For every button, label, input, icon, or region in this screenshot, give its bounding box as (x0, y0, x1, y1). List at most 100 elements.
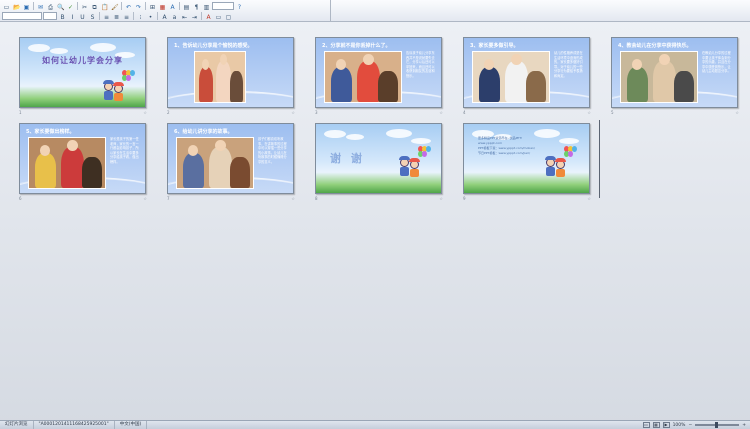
help-icon[interactable]: ? (235, 2, 244, 11)
slide-6[interactable]: 5、家长要做出榜样。 家长是孩子的第一任老师，家长的一言一行都会影响孩子，所以家长… (19, 123, 149, 201)
align-left-icon[interactable]: ≡ (102, 12, 111, 21)
balloon-icon (130, 70, 135, 76)
slide-transition-icon: ☆ (291, 110, 295, 115)
slide-thumbnail[interactable]: 6、给幼儿讲分享的故事。 孩子们都喜欢听故事，在讲故事的过程中可以穿插一些分享的小… (167, 123, 294, 194)
font-size-combo[interactable] (43, 12, 57, 20)
ending-line: 节日PPT模板：www.ypppt.com/jieri/ (478, 151, 531, 155)
slide-8[interactable]: 谢 谢 8 ☆ (315, 123, 445, 201)
numbering-icon[interactable]: ⁝ (136, 12, 145, 21)
slide-thumbnail[interactable]: 1、告诉幼儿分享是个愉悦的感受。 (167, 37, 294, 108)
email-icon[interactable]: ✉ (36, 2, 45, 11)
align-center-icon[interactable]: ≣ (112, 12, 121, 21)
slide-9[interactable]: 更多精品PPT资源尽在--优品PPT! www.ypppt.com PPT模板下载：… (463, 123, 593, 201)
slide-title: 3、家长要多做引导。 (470, 43, 519, 49)
slide-body-text: 孩子们都喜欢听故事，在讲故事的过程中可以穿插一些分享的小故事，让幼儿在听故事的时… (258, 137, 287, 164)
slide-thumbnail[interactable]: 2、分享就不是你丢掉什么了。 告诉孩子幼儿分享东西并不是说就要失去它，分享以后还可… (315, 37, 442, 108)
standard-toolbar: ▭ 📂 ▣ ✉ ⎙ 🔍 ✓ ✂ ⧉ 📋 🖌 ↶ ↷ ⊞ ▦ A ▤ ¶ ▥? (2, 1, 244, 11)
underline-icon[interactable]: U (78, 12, 87, 21)
format-painter-icon[interactable]: 🖌 (110, 2, 119, 11)
slide-number: 3 (315, 110, 318, 115)
bold-icon[interactable]: B (58, 12, 67, 21)
print-icon[interactable]: ⎙ (46, 2, 55, 11)
decrease-font-icon[interactable]: a (170, 12, 179, 21)
font-name-combo[interactable] (2, 12, 42, 20)
status-bar: 幻灯片浏览 "A0001201411168425925001" 中文(中国) ▭… (0, 420, 750, 429)
slide-sorter-view-icon[interactable]: ▦ (652, 422, 660, 428)
zoom-slider-thumb[interactable] (715, 422, 719, 428)
open-icon[interactable]: 📂 (12, 2, 21, 11)
status-design: "A0001201411168425925001" (34, 421, 115, 429)
slide-5[interactable]: 4、教会幼儿在分享中获得快乐。 在教幼儿分享的过程中要让孩子体会到分享的乐趣，并且… (611, 37, 741, 115)
toolbar-separator (179, 2, 180, 10)
insert-chart-icon[interactable]: ▦ (158, 2, 167, 11)
redo-icon[interactable]: ↷ (134, 2, 143, 11)
slide-photo (472, 51, 550, 103)
new-icon[interactable]: ▭ (2, 2, 11, 11)
font-color-icon[interactable]: A (204, 12, 213, 21)
slide-transition-icon: ☆ (587, 110, 591, 115)
slide-transition-icon: ☆ (439, 196, 443, 201)
spelling-icon[interactable]: ✓ (66, 2, 75, 11)
slide-2[interactable]: 1、告诉幼儿分享是个愉悦的感受。 2 ☆ (167, 37, 297, 115)
zoom-in-icon[interactable]: + (742, 423, 746, 428)
design-icon[interactable]: ▭ (214, 12, 223, 21)
cloud-shape (50, 48, 68, 54)
slide-1[interactable]: 如何让幼儿学会分享 1 ☆ (19, 37, 149, 115)
balloon-icon (126, 75, 131, 81)
slide-number: 1 (19, 110, 22, 115)
slide-sorter: 如何让幼儿学会分享 1 ☆ 1、告诉幼儿分享是个愉悦的感受。 2 ☆ 2、分享就不是你丢掉什… (0, 22, 750, 420)
slide-4[interactable]: 3、家长要多做引导。 幼儿的性格养成是在生活环境中逐渐形成的，家长要多做好引导，对… (463, 37, 593, 115)
slide-number: 9 (463, 196, 466, 201)
cloud-shape (559, 138, 579, 144)
slide-number: 4 (463, 110, 466, 115)
decrease-indent-icon[interactable]: ⇤ (180, 12, 189, 21)
slide-photo (176, 137, 254, 189)
slide-7[interactable]: 6、给幼儿讲分享的故事。 孩子们都喜欢听故事，在讲故事的过程中可以穿插一些分享的小… (167, 123, 297, 201)
save-icon[interactable]: ▣ (22, 2, 31, 11)
undo-icon[interactable]: ↶ (124, 2, 133, 11)
insert-table-icon[interactable]: ⊞ (148, 2, 157, 11)
print-preview-icon[interactable]: 🔍 (56, 2, 65, 11)
kids-illustration (398, 156, 422, 178)
normal-view-icon[interactable]: ▭ (642, 422, 650, 428)
italic-icon[interactable]: I (68, 12, 77, 21)
slide-thumbnail[interactable]: 如何让幼儿学会分享 (19, 37, 146, 108)
zoom-combo[interactable] (212, 2, 234, 10)
increase-indent-icon[interactable]: ⇥ (190, 12, 199, 21)
new-slide-small-icon[interactable]: ▢ (224, 12, 233, 21)
slide-thumbnail[interactable]: 3、家长要多做引导。 幼儿的性格养成是在生活环境中逐渐形成的，家长要多做好引导，对… (463, 37, 590, 108)
cloud-shape (28, 44, 50, 52)
thanks-title: 谢 谢 (330, 152, 365, 165)
grayscale-icon[interactable]: ▥ (202, 2, 211, 11)
cut-icon[interactable]: ✂ (80, 2, 89, 11)
wordart-icon[interactable]: A (168, 2, 177, 11)
zoom-out-icon[interactable]: − (688, 423, 692, 428)
align-right-icon[interactable]: ≡ (122, 12, 131, 21)
slide-3[interactable]: 2、分享就不是你丢掉什么了。 告诉孩子幼儿分享东西并不是说就要失去它，分享以后还可… (315, 37, 445, 115)
show-formatting-icon[interactable]: ¶ (192, 2, 201, 11)
slide-number: 7 (167, 196, 170, 201)
balloon-icon (568, 151, 573, 157)
slide-thumbnail[interactable]: 4、教会幼儿在分享中获得快乐。 在教幼儿分享的过程中要让孩子体会到分享的乐趣，并且… (611, 37, 738, 108)
new-slide-icon[interactable]: ▤ (182, 2, 191, 11)
shadow-icon[interactable]: S (88, 12, 97, 21)
zoom-slider[interactable] (695, 422, 740, 428)
insertion-marker (599, 120, 600, 198)
slide-thumbnail[interactable]: 谢 谢 (315, 123, 442, 194)
paste-icon[interactable]: 📋 (100, 2, 109, 11)
toolbar-separator (33, 2, 34, 10)
slide-title: 1、告诉幼儿分享是个愉悦的感受。 (174, 43, 253, 49)
slide-transition-icon: ☆ (439, 110, 443, 115)
balloon-icon (572, 146, 577, 152)
bullets-icon[interactable]: • (146, 12, 155, 21)
increase-font-icon[interactable]: A (160, 12, 169, 21)
slide-thumbnail[interactable]: 更多精品PPT资源尽在--优品PPT! www.ypppt.com PPT模板下载：… (463, 123, 590, 194)
toolbar-separator (121, 2, 122, 10)
slide-title: 5、家长要做出榜样。 (26, 129, 75, 135)
cloud-shape (90, 43, 116, 52)
slide-thumbnail[interactable]: 5、家长要做出榜样。 家长是孩子的第一任老师，家长的一言一行都会影响孩子，所以家长… (19, 123, 146, 194)
zoom-level[interactable]: 100% (673, 423, 686, 428)
copy-icon[interactable]: ⧉ (90, 2, 99, 11)
slide-transition-icon: ☆ (587, 196, 591, 201)
slideshow-view-icon[interactable]: ▶ (662, 422, 670, 428)
